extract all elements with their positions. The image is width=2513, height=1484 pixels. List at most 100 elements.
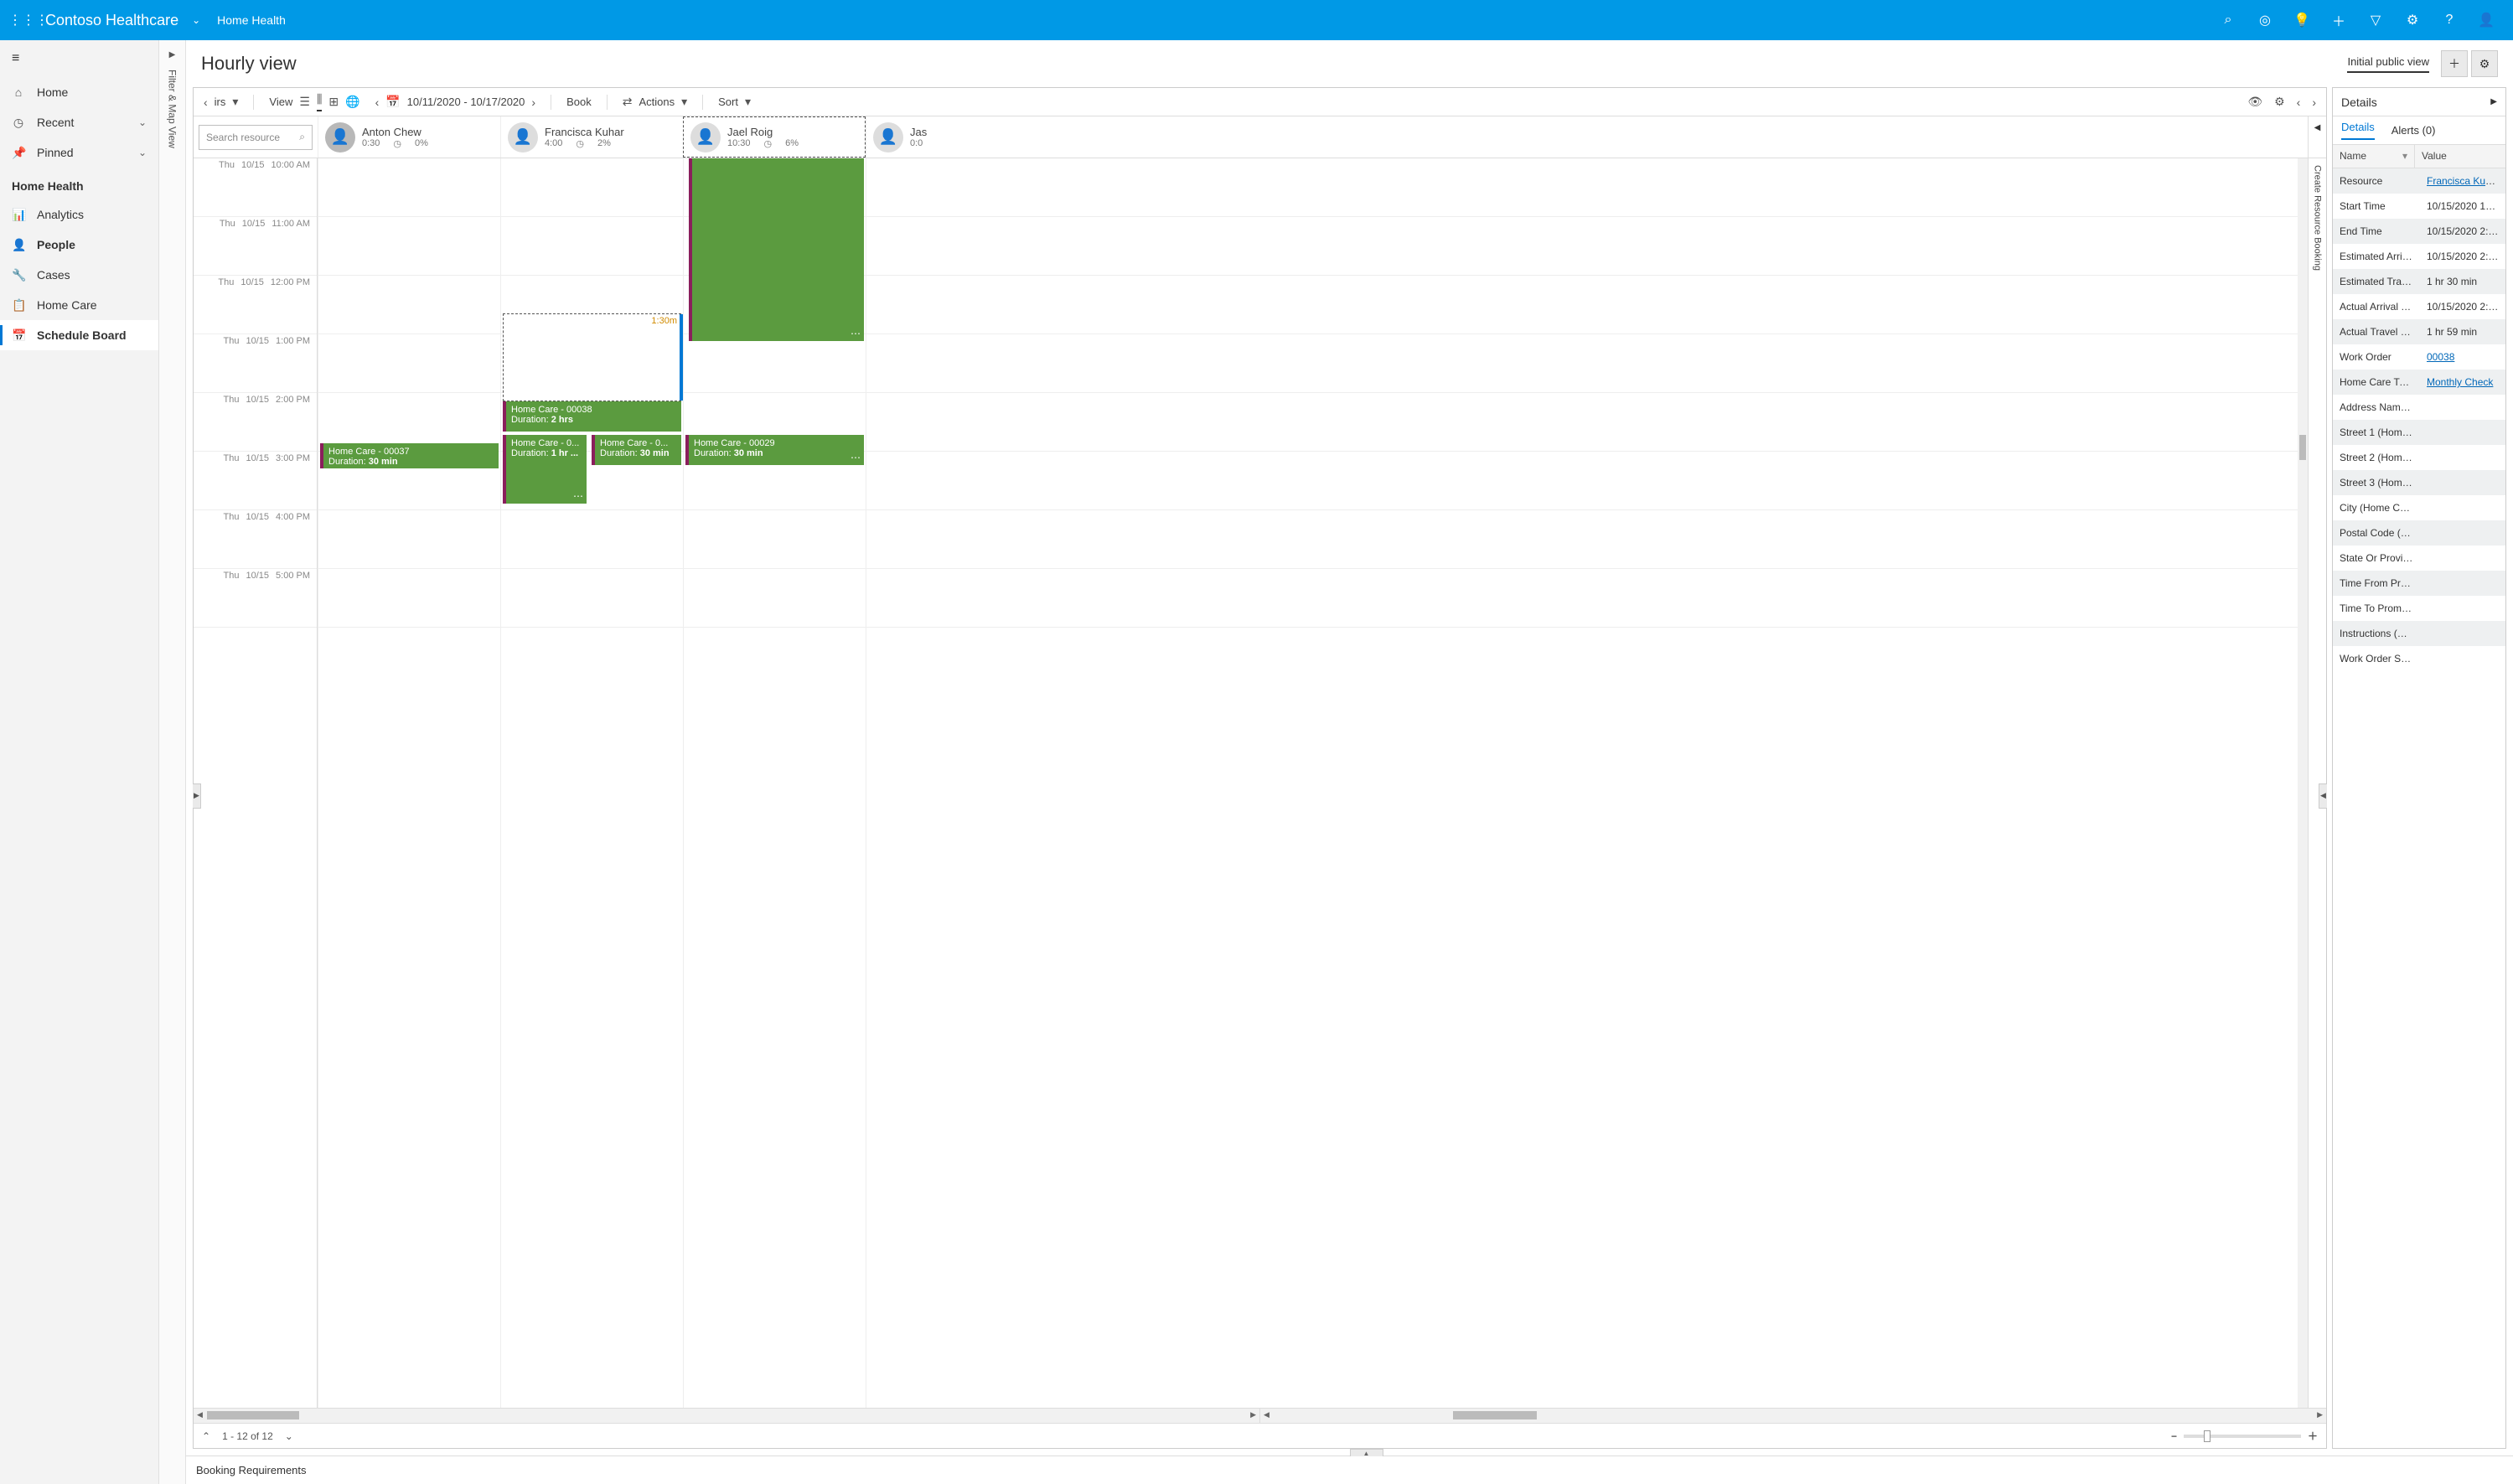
expand-right-flap[interactable]: ◀ bbox=[2319, 783, 2327, 809]
toolbar-irs[interactable]: irs bbox=[215, 96, 226, 108]
detail-row[interactable]: Start Time10/15/2020 12:33 ... bbox=[2333, 194, 2505, 219]
detail-row[interactable]: Estimated Arrival ...10/15/2020 2:03 P..… bbox=[2333, 244, 2505, 269]
detail-row[interactable]: Work Order Sum... bbox=[2333, 646, 2505, 671]
drag-selection[interactable]: 1:30m bbox=[503, 313, 681, 401]
view-settings-button[interactable]: ⚙ bbox=[2471, 50, 2498, 77]
detail-value[interactable]: Francisca Kuhar bbox=[2420, 175, 2505, 187]
nav-people[interactable]: 👤People bbox=[0, 230, 158, 260]
nav-homecare[interactable]: 📋Home Care bbox=[0, 290, 158, 320]
more-icon[interactable]: ⋯ bbox=[851, 328, 861, 339]
date-range[interactable]: 10/11/2020 - 10/17/2020 bbox=[407, 96, 525, 108]
resource-header[interactable]: 👤 Francisca Kuhar 4:00◷2% bbox=[500, 116, 683, 158]
scroll-right-icon[interactable]: › bbox=[2312, 96, 2316, 109]
expand-up-icon[interactable]: ▲ bbox=[1350, 1449, 1383, 1456]
detail-value[interactable]: Monthly Check bbox=[2420, 376, 2505, 388]
create-booking-label[interactable]: Create Resource Booking bbox=[2313, 165, 2323, 271]
hourly-view-icon[interactable]: ⫼ bbox=[317, 92, 322, 111]
view-name[interactable]: Initial public view bbox=[2347, 55, 2429, 73]
resource-column[interactable] bbox=[866, 158, 933, 1408]
filter-icon[interactable]: ▽ bbox=[2357, 0, 2394, 40]
detail-row[interactable]: City (Home Care) bbox=[2333, 495, 2505, 520]
map-view-icon[interactable]: 🌐 bbox=[345, 95, 359, 109]
resource-header[interactable]: 👤 Jas 0:0 bbox=[866, 116, 933, 158]
collapse-up-icon[interactable]: ⌃ bbox=[202, 1430, 210, 1442]
add-view-button[interactable]: ＋ bbox=[2441, 50, 2468, 77]
nav-schedule-board[interactable]: 📅Schedule Board bbox=[0, 320, 158, 350]
detail-row[interactable]: End Time10/15/2020 2:33 P... bbox=[2333, 219, 2505, 244]
resource-column[interactable]: 1:30m Home Care - 00038 Duration: 2 hrs … bbox=[500, 158, 683, 1408]
hamburger-icon[interactable]: ≡ bbox=[0, 40, 158, 77]
help-icon[interactable]: ? bbox=[2431, 0, 2468, 40]
filter-rail-label[interactable]: Filter & Map View bbox=[167, 70, 178, 148]
gear-icon[interactable]: ⚙ bbox=[2274, 95, 2285, 109]
add-icon[interactable]: ＋ bbox=[2320, 0, 2357, 40]
sort-button[interactable]: Sort bbox=[718, 96, 738, 108]
calendar-picker-icon[interactable]: 📅 bbox=[385, 95, 400, 109]
detail-row[interactable]: Street 3 (Home C... bbox=[2333, 470, 2505, 495]
booking-card[interactable]: Home Care - 0... Duration: 1 hr ... ⋯ bbox=[503, 435, 587, 504]
detail-row[interactable]: Estimated Travel ...1 hr 30 min bbox=[2333, 269, 2505, 294]
booking-card[interactable]: Home Care - 00037 Duration: 30 min bbox=[320, 443, 499, 468]
collapse-down-icon[interactable]: ⌄ bbox=[285, 1430, 293, 1442]
nav-pinned[interactable]: 📌Pinned⌄ bbox=[0, 137, 158, 168]
list-view-icon[interactable]: ☰ bbox=[299, 95, 310, 109]
dropdown-icon[interactable]: ▾ bbox=[232, 95, 238, 109]
collapse-right-icon[interactable]: ◀ bbox=[2314, 123, 2321, 132]
detail-row[interactable]: Time To Promised... bbox=[2333, 596, 2505, 621]
dropdown-icon[interactable]: ▾ bbox=[681, 95, 687, 109]
horizontal-scroll[interactable]: ◀▶ ◀▶ bbox=[194, 1408, 2326, 1423]
grid-body[interactable]: Home Care - 00037 Duration: 30 min 1:30m bbox=[318, 158, 2308, 1408]
resource-header[interactable]: 👤 Anton Chew 0:30◷0% bbox=[318, 116, 500, 158]
actions-button[interactable]: Actions bbox=[639, 96, 675, 108]
expand-panel-icon[interactable]: ▶ bbox=[2490, 97, 2497, 106]
detail-row[interactable]: Address Name (H... bbox=[2333, 395, 2505, 420]
zoom-in-icon[interactable]: ＋ bbox=[2308, 1429, 2318, 1443]
nav-cases[interactable]: 🔧Cases bbox=[0, 260, 158, 290]
detail-row[interactable]: Home Care Type ...Monthly Check bbox=[2333, 370, 2505, 395]
eye-icon[interactable]: 👁 bbox=[2247, 95, 2262, 109]
nav-recent[interactable]: ◷Recent⌄ bbox=[0, 107, 158, 137]
nav-prev-icon[interactable]: ‹ bbox=[204, 96, 208, 109]
detail-row[interactable]: Postal Code (Ho... bbox=[2333, 520, 2505, 546]
date-next-icon[interactable]: › bbox=[531, 96, 535, 109]
resource-header[interactable]: 👤 Jael Roig 10:30◷6% bbox=[683, 116, 866, 158]
detail-row[interactable]: Actual Travel Dur...1 hr 59 min bbox=[2333, 319, 2505, 344]
search-input[interactable]: Search resource ⌕ bbox=[199, 125, 313, 150]
scroll-left-icon[interactable]: ‹ bbox=[2297, 96, 2301, 109]
more-icon[interactable]: ⋯ bbox=[851, 452, 861, 463]
expand-rail-icon[interactable]: ▶ bbox=[169, 50, 176, 59]
resource-column[interactable]: ⋯ Home Care - 00029 Duration: 30 min ⋯ bbox=[683, 158, 866, 1408]
booking-card[interactable]: Home Care - 00029 Duration: 30 min ⋯ bbox=[685, 435, 864, 465]
app-launcher-icon[interactable]: ⋮⋮⋮ bbox=[8, 12, 39, 28]
expand-left-flap[interactable]: ▶ bbox=[193, 783, 201, 809]
vertical-scrollbar[interactable] bbox=[2298, 158, 2308, 1408]
zoom-out-icon[interactable]: − bbox=[2171, 1430, 2177, 1442]
zoom-slider[interactable] bbox=[2184, 1435, 2301, 1438]
grid-view-icon[interactable]: ⊞ bbox=[328, 95, 339, 109]
sort-icon[interactable]: ▾ bbox=[2402, 150, 2407, 163]
booking-card[interactable]: ⋯ bbox=[689, 158, 864, 341]
detail-row[interactable]: ResourceFrancisca Kuhar bbox=[2333, 168, 2505, 194]
brand-chevron-icon[interactable]: ⌄ bbox=[192, 14, 217, 26]
detail-row[interactable]: Time From Promi... bbox=[2333, 571, 2505, 596]
booking-card[interactable]: Home Care - 0... Duration: 30 min bbox=[592, 435, 681, 465]
dropdown-icon[interactable]: ▾ bbox=[745, 95, 751, 109]
area-name[interactable]: Home Health bbox=[217, 13, 286, 27]
date-prev-icon[interactable]: ‹ bbox=[375, 96, 380, 109]
detail-row[interactable]: State Or Province... bbox=[2333, 546, 2505, 571]
account-icon[interactable]: 👤 bbox=[2468, 0, 2505, 40]
detail-row[interactable]: Instructions (Hom... bbox=[2333, 621, 2505, 646]
booking-requirements-panel[interactable]: ▲ Booking Requirements bbox=[186, 1456, 2513, 1484]
search-icon[interactable]: ⌕ bbox=[2210, 0, 2247, 40]
settings-icon[interactable]: ⚙ bbox=[2394, 0, 2431, 40]
booking-card[interactable]: Home Care - 00038 Duration: 2 hrs bbox=[503, 401, 681, 432]
detail-row[interactable]: Street 1 (Home C... bbox=[2333, 420, 2505, 445]
detail-row[interactable]: Work Order00038 bbox=[2333, 344, 2505, 370]
detail-row[interactable]: Actual Arrival Time10/15/2020 2:32 P... bbox=[2333, 294, 2505, 319]
detail-value[interactable]: 00038 bbox=[2420, 351, 2505, 363]
tab-alerts[interactable]: Alerts (0) bbox=[2391, 124, 2436, 137]
book-button[interactable]: Book bbox=[566, 96, 592, 108]
task-icon[interactable]: ◎ bbox=[2247, 0, 2283, 40]
resource-column[interactable]: Home Care - 00037 Duration: 30 min bbox=[318, 158, 500, 1408]
nav-analytics[interactable]: 📊Analytics bbox=[0, 199, 158, 230]
